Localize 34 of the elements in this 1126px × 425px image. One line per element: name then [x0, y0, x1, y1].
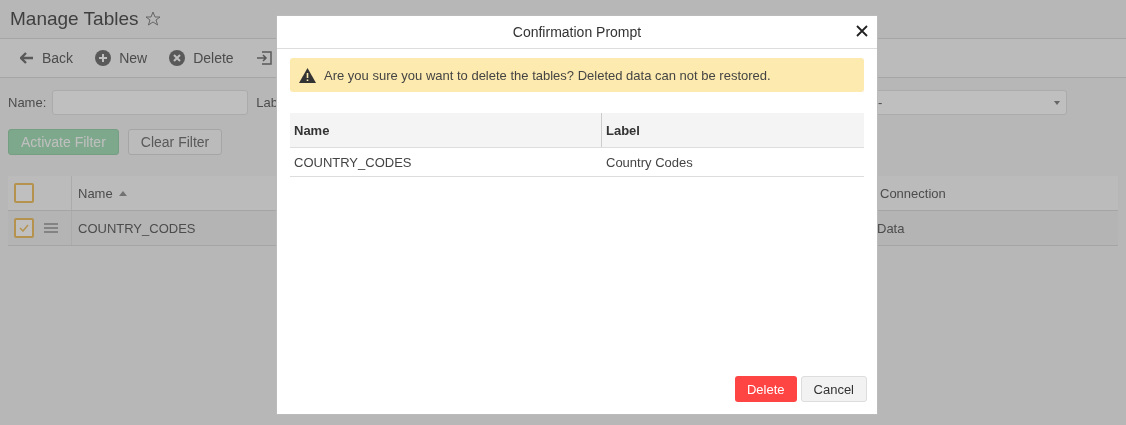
- table-cell-text: COUNTRY_CODES: [293, 153, 413, 172]
- drag-handle-icon[interactable]: [44, 223, 58, 233]
- toolbar-button[interactable]: New: [95, 50, 148, 66]
- table-cell-text: Data: [876, 220, 906, 236]
- star-icon[interactable]: [144, 11, 161, 27]
- page-title: Manage Tables: [10, 8, 139, 30]
- table-cell-text: COUNTRY_CODES: [77, 220, 197, 236]
- close-icon: [855, 24, 869, 38]
- column-header[interactable]: Connection: [876, 185, 1118, 201]
- cancel-button[interactable]: Cancel: [800, 376, 867, 402]
- warning-icon: [299, 67, 316, 83]
- table-cell-text: Country Codes: [605, 153, 694, 172]
- warning-message: Are you sure you want to delete the tables? Deleted data can not be restored.: [324, 67, 771, 83]
- column-header[interactable]: Name: [72, 185, 876, 201]
- import-icon: [255, 51, 272, 65]
- close-button[interactable]: [855, 24, 869, 38]
- dropdown-caret-icon: [1054, 100, 1060, 105]
- column-header: Label: [605, 121, 641, 140]
- field-label: Name:: [8, 95, 47, 110]
- toolbar-button[interactable]: Delete: [169, 50, 234, 66]
- close-circle-icon: [169, 50, 186, 66]
- dialog-title: Confirmation Prompt: [512, 24, 642, 40]
- checkmark-icon: [19, 224, 29, 232]
- select-field[interactable]: -: [875, 90, 1067, 115]
- plus-icon: [95, 50, 112, 66]
- delete-button[interactable]: Delete: [734, 376, 797, 402]
- column-header: Name: [290, 113, 602, 147]
- filter-button[interactable]: Clear Filter: [127, 129, 223, 155]
- checkbox[interactable]: [14, 183, 34, 203]
- toolbar-button[interactable]: Back: [20, 50, 74, 66]
- sort-ascending-icon: [118, 190, 127, 196]
- back-arrow-icon: [20, 52, 34, 64]
- toolbar-icon-button[interactable]: [255, 51, 272, 65]
- checkbox[interactable]: [14, 218, 34, 238]
